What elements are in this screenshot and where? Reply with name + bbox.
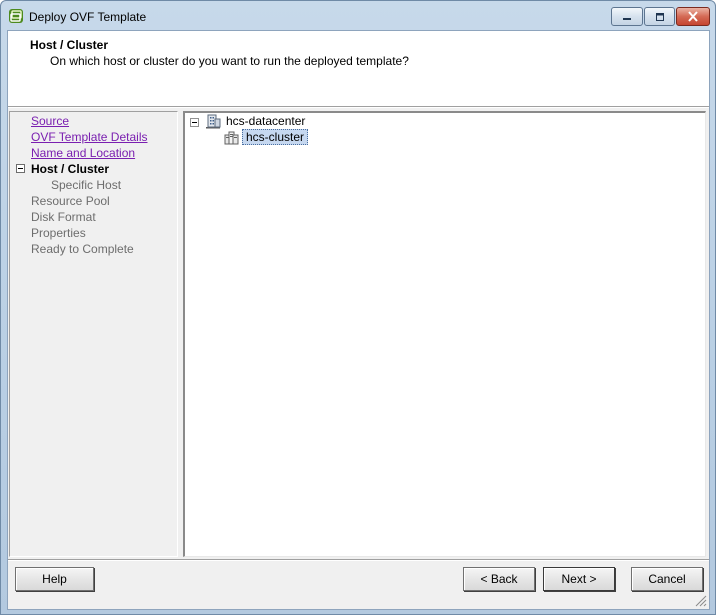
minimize-button[interactable]: [611, 7, 643, 26]
footer-divider: [8, 559, 709, 561]
step-resource-pool: Resource Pool: [31, 194, 110, 208]
header-divider: [8, 107, 709, 109]
maximize-icon: [655, 12, 664, 21]
cluster-icon: [224, 131, 239, 145]
back-button[interactable]: < Back: [463, 567, 535, 591]
dialog-client-area: Host / Cluster On which host or cluster …: [7, 30, 710, 610]
maximize-button[interactable]: [644, 7, 675, 26]
step-disk-format: Disk Format: [31, 210, 96, 224]
window-title: Deploy OVF Template: [29, 10, 147, 24]
page-title: Host / Cluster: [30, 38, 109, 52]
cancel-button[interactable]: Cancel: [631, 567, 703, 591]
close-button[interactable]: [676, 7, 710, 26]
help-button[interactable]: Help: [15, 567, 94, 591]
step-ovf-template-details[interactable]: OVF Template Details: [31, 130, 148, 144]
current-step-collapse-icon: [16, 164, 25, 173]
step-source[interactable]: Source: [31, 114, 69, 128]
tree-item-datacenter[interactable]: hcs-datacenter: [226, 114, 305, 128]
step-name-and-location[interactable]: Name and Location: [31, 146, 135, 160]
next-button[interactable]: Next >: [543, 567, 615, 591]
inventory-tree: hcs-datacenter hcs-cluster: [183, 111, 706, 557]
step-specific-host: Specific Host: [51, 178, 122, 192]
step-ready-to-complete: Ready to Complete: [31, 242, 134, 256]
resize-grip-icon[interactable]: [693, 593, 707, 607]
step-host-cluster: Host / Cluster: [31, 162, 110, 176]
close-icon: [688, 11, 698, 22]
wizard-header: Host / Cluster On which host or cluster …: [8, 31, 709, 107]
datacenter-icon: [206, 114, 221, 129]
tree-item-cluster[interactable]: hcs-cluster: [242, 129, 309, 145]
title-bar[interactable]: Deploy OVF Template: [1, 1, 715, 31]
page-subtitle: On which host or cluster do you want to …: [50, 54, 409, 68]
wizard-steps-panel: Source OVF Template Details Name and Loc…: [9, 111, 178, 557]
step-properties: Properties: [31, 226, 86, 240]
collapse-datacenter-icon[interactable]: [190, 118, 199, 127]
minimize-icon: [623, 17, 631, 20]
dialog-window: Deploy OVF Template Host / Cluster On wh…: [0, 0, 716, 615]
vsphere-app-icon: [9, 9, 23, 23]
